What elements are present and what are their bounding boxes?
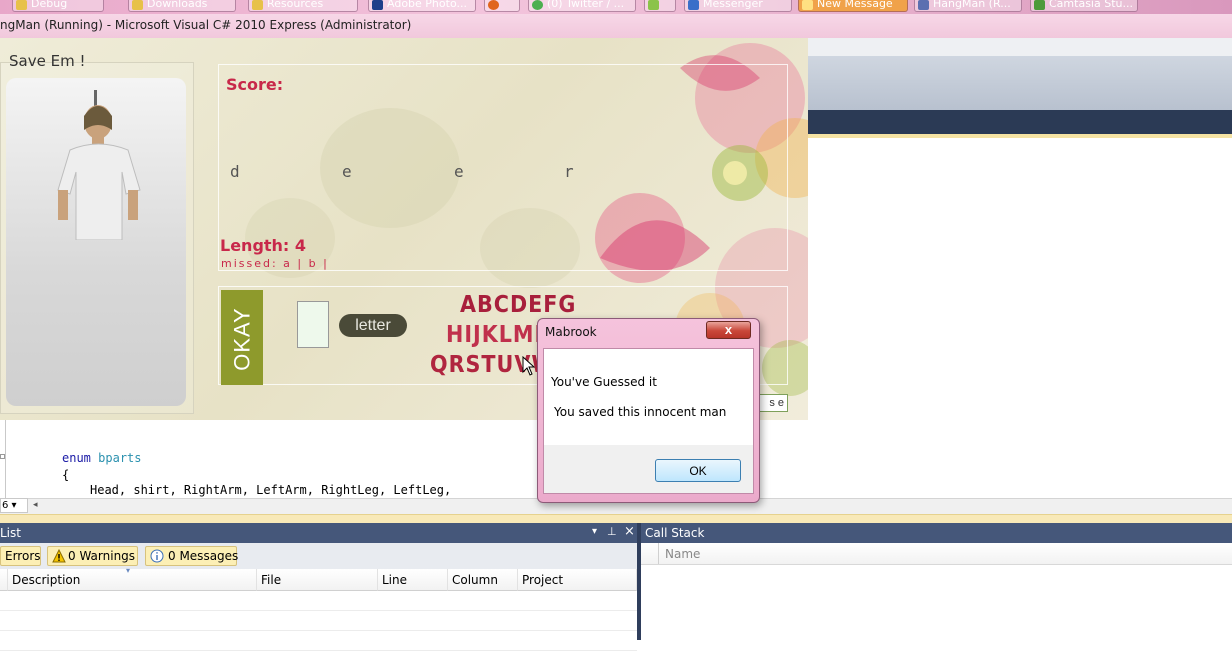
- message-box-close-button[interactable]: x: [706, 321, 751, 339]
- taskbar-item-new-message[interactable]: New Message: [798, 0, 908, 12]
- column-header-project[interactable]: Project: [518, 569, 637, 591]
- word-letter: e: [342, 162, 352, 181]
- pin-icon[interactable]: ⊥: [607, 525, 617, 538]
- error-list-title: List: [0, 526, 21, 540]
- taskbar-item-app[interactable]: [644, 0, 676, 12]
- score-label: Score:: [226, 75, 284, 94]
- taskbar-item-resources[interactable]: Resources: [248, 0, 358, 12]
- code-line-enum: enum bparts: [62, 451, 142, 465]
- outline-gutter: [0, 420, 6, 498]
- column-divider: [658, 543, 659, 564]
- vs-member-dropdowns: [808, 138, 1232, 163]
- taskbar-item-firefox[interactable]: [484, 0, 520, 12]
- firefox-icon: [488, 0, 499, 10]
- message-line-2: You saved this innocent man: [554, 405, 727, 419]
- taskbar: Debug Downloads Resources Adobe Photo...…: [0, 0, 1232, 14]
- collapse-icon[interactable]: [0, 454, 5, 459]
- taskbar-item-twitter[interactable]: (0) Twitter / ...: [528, 0, 636, 12]
- message-box-title: Mabrook: [545, 325, 597, 339]
- scroll-left-icon[interactable]: ◂: [33, 500, 38, 510]
- man-figure: [57, 90, 141, 240]
- camtasia-icon: [1034, 0, 1045, 10]
- word-letter: r: [564, 162, 574, 181]
- code-editor-right[interactable]: [808, 162, 1232, 498]
- taskbar-item-hangman[interactable]: HangMan (R...: [914, 0, 1022, 12]
- taskbar-item-photoshop[interactable]: Adobe Photo...: [368, 0, 476, 12]
- messages-filter-button[interactable]: 0 Messages: [145, 546, 238, 566]
- missed-letters-label: missed: a | b |: [221, 257, 329, 270]
- okay-button[interactable]: OKAY: [221, 290, 263, 385]
- error-list-title-bar: List ▾ ⊥ ×: [0, 523, 637, 543]
- envelope-icon: [802, 0, 813, 10]
- errors-filter-button[interactable]: Errors: [0, 546, 41, 566]
- letter-button[interactable]: letter: [339, 314, 407, 337]
- hangman-figure-panel: [6, 78, 186, 406]
- window-title-bar: ngMan (Running) - Microsoft Visual C# 20…: [0, 14, 1232, 38]
- call-stack-title: Call Stack: [645, 526, 705, 540]
- folder-icon: [16, 0, 27, 10]
- sort-icon: ▾: [126, 566, 131, 575]
- mouse-cursor-icon: [522, 356, 536, 376]
- vs-toolbar: [808, 56, 1232, 110]
- length-label: Length: 4: [220, 236, 307, 255]
- word-letter: e: [454, 162, 464, 181]
- folder-icon: [132, 0, 143, 10]
- info-icon: [150, 549, 164, 563]
- table-row: [0, 631, 637, 651]
- app-icon: [648, 0, 659, 10]
- call-stack-title-bar: Call Stack: [641, 523, 1232, 543]
- message-box-body: [543, 348, 754, 446]
- taskbar-item-downloads[interactable]: Downloads: [128, 0, 236, 12]
- warnings-filter-button[interactable]: 0 Warnings: [47, 546, 138, 566]
- code-line-brace: {: [62, 468, 70, 482]
- taskbar-item-camtasia[interactable]: Camtasia Stu...: [1030, 0, 1138, 12]
- letter-input[interactable]: [297, 301, 329, 348]
- vs-menu-strip: [808, 38, 1232, 56]
- column-header-column[interactable]: Column: [448, 569, 518, 591]
- column-header-icon[interactable]: [0, 569, 8, 591]
- table-row: [0, 611, 637, 631]
- taskbar-item-debug[interactable]: Debug: [12, 0, 104, 12]
- message-box: Mabrook x You've Guessed it You saved th…: [537, 318, 760, 503]
- close-button[interactable]: se: [758, 394, 788, 412]
- call-stack-header: [641, 543, 1232, 565]
- close-icon[interactable]: ×: [624, 524, 635, 539]
- taskbar-item-messenger[interactable]: Messenger: [684, 0, 792, 12]
- column-header-description[interactable]: Description ▾: [8, 566, 257, 591]
- chrome-icon: [532, 0, 543, 10]
- photoshop-icon: [372, 0, 383, 10]
- zoom-combo[interactable]: 6 ▾: [0, 498, 28, 513]
- dropdown-icon[interactable]: ▾: [592, 526, 597, 537]
- column-header-line[interactable]: Line: [378, 569, 448, 591]
- word-letter: d: [230, 162, 240, 181]
- column-header-name[interactable]: Name: [665, 547, 700, 561]
- folder-icon: [252, 0, 263, 10]
- window-icon: [918, 0, 929, 10]
- column-header-file[interactable]: File: [257, 569, 378, 591]
- table-row: [0, 591, 637, 611]
- alphabet-row-1[interactable]: ABCDEFG: [460, 292, 576, 318]
- ok-button[interactable]: OK: [655, 459, 741, 482]
- message-line-1: You've Guessed it: [551, 375, 657, 389]
- messenger-icon: [688, 0, 699, 10]
- warning-icon: [52, 549, 66, 563]
- window-title: ngMan (Running) - Microsoft Visual C# 20…: [0, 18, 412, 32]
- code-line-members: Head, shirt, RightArm, LeftArm, RightLeg…: [90, 483, 452, 497]
- vs-document-tabs: [808, 110, 1232, 134]
- save-em-label: Save Em !: [9, 52, 86, 70]
